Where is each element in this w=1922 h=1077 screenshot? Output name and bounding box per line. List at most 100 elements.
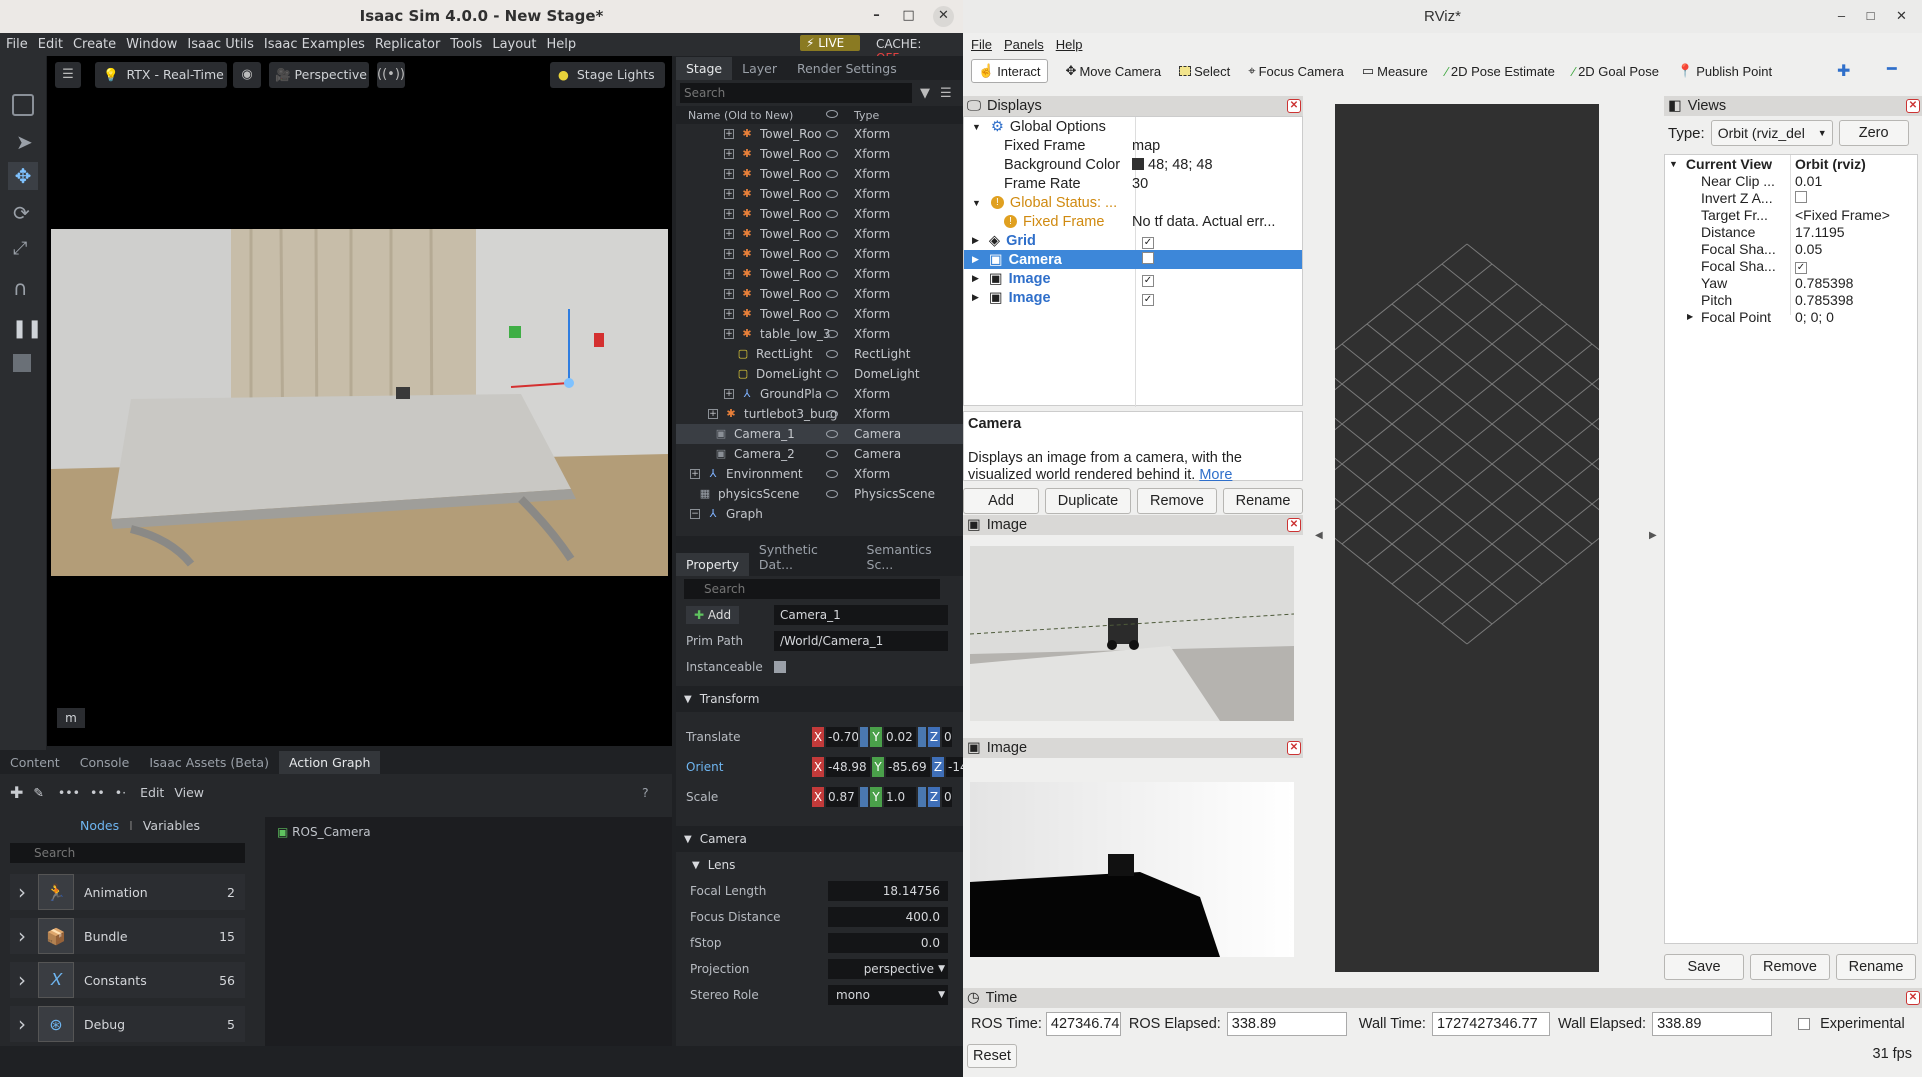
add-display-button[interactable]: Add bbox=[963, 488, 1039, 514]
close-views-icon[interactable]: ✕ bbox=[1906, 99, 1920, 113]
camera-selector[interactable]: 🎥 Perspective bbox=[269, 62, 369, 88]
stage-tree-row[interactable]: + ⅄ GroundPla Xform bbox=[676, 384, 963, 404]
close-icon[interactable]: ✕ bbox=[1891, 6, 1912, 27]
stage-tree-row[interactable]: ▢ RectLight RectLight bbox=[676, 344, 963, 364]
visibility-eye-icon[interactable] bbox=[826, 290, 838, 298]
description-more-link[interactable]: More bbox=[1199, 467, 1232, 483]
view-property-value[interactable]: 0.785398 bbox=[1795, 275, 1853, 291]
stage-tree-row[interactable]: ▦ physicsScene PhysicsScene bbox=[676, 484, 963, 504]
more-icon-3[interactable]: •· bbox=[115, 785, 126, 800]
expand-icon[interactable]: + bbox=[724, 289, 734, 299]
expand-icon[interactable]: + bbox=[724, 309, 734, 319]
menu-panels[interactable]: Panels bbox=[1004, 37, 1044, 52]
transform-section-header[interactable]: ▼ Transform bbox=[676, 686, 963, 712]
tab-property[interactable]: Property bbox=[676, 553, 749, 576]
node-category-constants[interactable]: › 𝑋 Constants 56 bbox=[10, 962, 245, 998]
close-image-2-icon[interactable]: ✕ bbox=[1287, 741, 1301, 755]
fixed-frame-value[interactable]: map bbox=[1132, 138, 1160, 154]
graph-node-ros-camera[interactable]: ▣ ROS_Camera bbox=[277, 825, 371, 839]
tab-console[interactable]: Console bbox=[70, 751, 140, 774]
stereo-select[interactable]: mono ▼ bbox=[828, 985, 948, 1005]
view-property-row[interactable]: Near Clip ... 0.01 bbox=[1665, 172, 1917, 189]
stage-tree-row[interactable]: ▣ Camera_2 Camera bbox=[676, 444, 963, 464]
view-property-row[interactable]: ▶ Focal Point 0; 0; 0 bbox=[1665, 308, 1917, 325]
expand-icon[interactable]: + bbox=[724, 169, 734, 179]
snap-icon[interactable]: ∩ bbox=[13, 276, 28, 300]
view-type-select[interactable]: Orbit (rviz_del ▼ bbox=[1710, 120, 1833, 146]
toolbar-view[interactable]: View bbox=[174, 785, 204, 800]
visibility-eye-icon[interactable] bbox=[826, 390, 838, 398]
translate-x[interactable]: -0.70 bbox=[826, 727, 858, 747]
stage-tree-row[interactable]: + ✱ Towel_Roo Xform bbox=[676, 304, 963, 324]
node-category-debug[interactable]: › ⊛ Debug 5 bbox=[10, 1006, 245, 1042]
close-time-icon[interactable]: ✕ bbox=[1906, 991, 1920, 1005]
view-property-row[interactable]: Target Fr... <Fixed Frame> bbox=[1665, 206, 1917, 223]
tool-interact[interactable]: ☝ Interact bbox=[971, 59, 1048, 83]
focus-distance-field[interactable]: 400.0 bbox=[828, 907, 948, 927]
projection-select[interactable]: perspective ▼ bbox=[828, 959, 948, 979]
visibility-eye-icon[interactable] bbox=[826, 350, 838, 358]
stage-tree-row[interactable]: ▣ Camera_1 Camera bbox=[676, 424, 963, 444]
image-checkbox-1[interactable]: ✓ bbox=[1142, 274, 1154, 287]
stage-tree-row[interactable]: + ✱ Towel_Roo Xform bbox=[676, 124, 963, 144]
menu-window[interactable]: Window bbox=[126, 37, 177, 52]
edit-pencil-icon[interactable]: ✎ bbox=[33, 785, 43, 800]
view-property-row[interactable]: Focal Sha... 0.05 bbox=[1665, 240, 1917, 257]
status-fixed-frame-row[interactable]: ! Fixed Frame No tf data. Actual err... bbox=[964, 212, 1302, 231]
menu-tools[interactable]: Tools bbox=[450, 37, 482, 52]
view-property-value[interactable]: 0; 0; 0 bbox=[1795, 309, 1834, 325]
stage-tree-row[interactable]: + ✱ Towel_Roo Xform bbox=[676, 244, 963, 264]
stage-tree-row[interactable]: + ✱ Towel_Roo Xform bbox=[676, 164, 963, 184]
chevron-right-icon[interactable]: › bbox=[18, 880, 26, 904]
view-property-value[interactable]: 0.01 bbox=[1795, 173, 1822, 189]
stage-tree-row[interactable]: + ✱ Towel_Roo Xform bbox=[676, 184, 963, 204]
tab-layer[interactable]: Layer bbox=[732, 57, 787, 80]
close-icon[interactable]: ✕ bbox=[933, 6, 954, 27]
close-displays-icon[interactable]: ✕ bbox=[1287, 99, 1301, 113]
scale-icon[interactable]: ⤢ bbox=[13, 238, 27, 259]
visibility-eye-icon[interactable] bbox=[826, 470, 838, 478]
y-key-icon[interactable] bbox=[918, 727, 926, 747]
visibility-eye-icon[interactable] bbox=[826, 210, 838, 218]
menu-layout[interactable]: Layout bbox=[492, 37, 536, 52]
stage-tree-row[interactable]: + ✱ turtlebot3_burg Xform bbox=[676, 404, 963, 424]
render-3d-view[interactable] bbox=[1216, 104, 1718, 972]
view-property-value[interactable]: 17.1195 bbox=[1795, 224, 1845, 240]
stage-tree-row[interactable]: + ⅄ Environment Xform bbox=[676, 464, 963, 484]
display-image-row-1[interactable]: ▶ ▣ Image ✓ bbox=[964, 269, 1302, 288]
renderer-selector[interactable]: 💡 RTX - Real-Time bbox=[95, 62, 227, 88]
live-badge[interactable]: ⚡ LIVE bbox=[800, 35, 861, 51]
more-icon[interactable]: ••• bbox=[58, 785, 80, 800]
scale-x[interactable]: 0.87 bbox=[826, 787, 858, 807]
pause-icon[interactable]: ❚❚ bbox=[12, 318, 42, 340]
frame-rate-value[interactable]: 30 bbox=[1132, 176, 1148, 192]
visibility-eye-icon[interactable] bbox=[826, 230, 838, 238]
camera-checkbox[interactable] bbox=[1142, 251, 1154, 264]
expand-icon[interactable]: + bbox=[724, 269, 734, 279]
prim-path-field[interactable]: /World/Camera_1 bbox=[774, 631, 948, 651]
menu-isaac-examples[interactable]: Isaac Examples bbox=[264, 37, 365, 52]
menu-create[interactable]: Create bbox=[73, 37, 116, 52]
view-property-checkbox[interactable] bbox=[1795, 190, 1807, 203]
more-icon-2[interactable]: •• bbox=[90, 785, 105, 800]
experimental-checkbox[interactable] bbox=[1798, 1018, 1811, 1030]
expand-icon[interactable]: + bbox=[708, 409, 718, 419]
stage-search-input[interactable] bbox=[680, 83, 912, 103]
menu-isaac-utils[interactable]: Isaac Utils bbox=[187, 37, 253, 52]
visibility-eye-icon[interactable] bbox=[826, 410, 838, 418]
tool-publish-point[interactable]: 📍 Publish Point bbox=[1677, 63, 1772, 79]
tool-focus-camera[interactable]: ⌖ Focus Camera bbox=[1248, 63, 1344, 79]
remove-display-button[interactable]: Remove bbox=[1137, 488, 1217, 514]
stage-tree-row[interactable]: + ✱ Towel_Roo Xform bbox=[676, 264, 963, 284]
rename-view-button[interactable]: Rename bbox=[1836, 954, 1916, 980]
eye-icon[interactable]: ◉ bbox=[233, 62, 261, 88]
y-key-icon[interactable] bbox=[918, 787, 926, 807]
stage-tree-row[interactable]: + ✱ Towel_Roo Xform bbox=[676, 144, 963, 164]
close-image-1-icon[interactable]: ✕ bbox=[1287, 518, 1301, 532]
visibility-eye-icon[interactable] bbox=[826, 310, 838, 318]
view-property-value[interactable]: ✓ bbox=[1795, 257, 1807, 274]
fstop-field[interactable]: 0.0 bbox=[828, 933, 948, 953]
scale-y[interactable]: 1.0 bbox=[884, 787, 916, 807]
current-view-row[interactable]: ▼ Current View Orbit (rviz) bbox=[1665, 155, 1917, 172]
wall-elapsed-field[interactable]: 338.89 bbox=[1652, 1012, 1773, 1036]
